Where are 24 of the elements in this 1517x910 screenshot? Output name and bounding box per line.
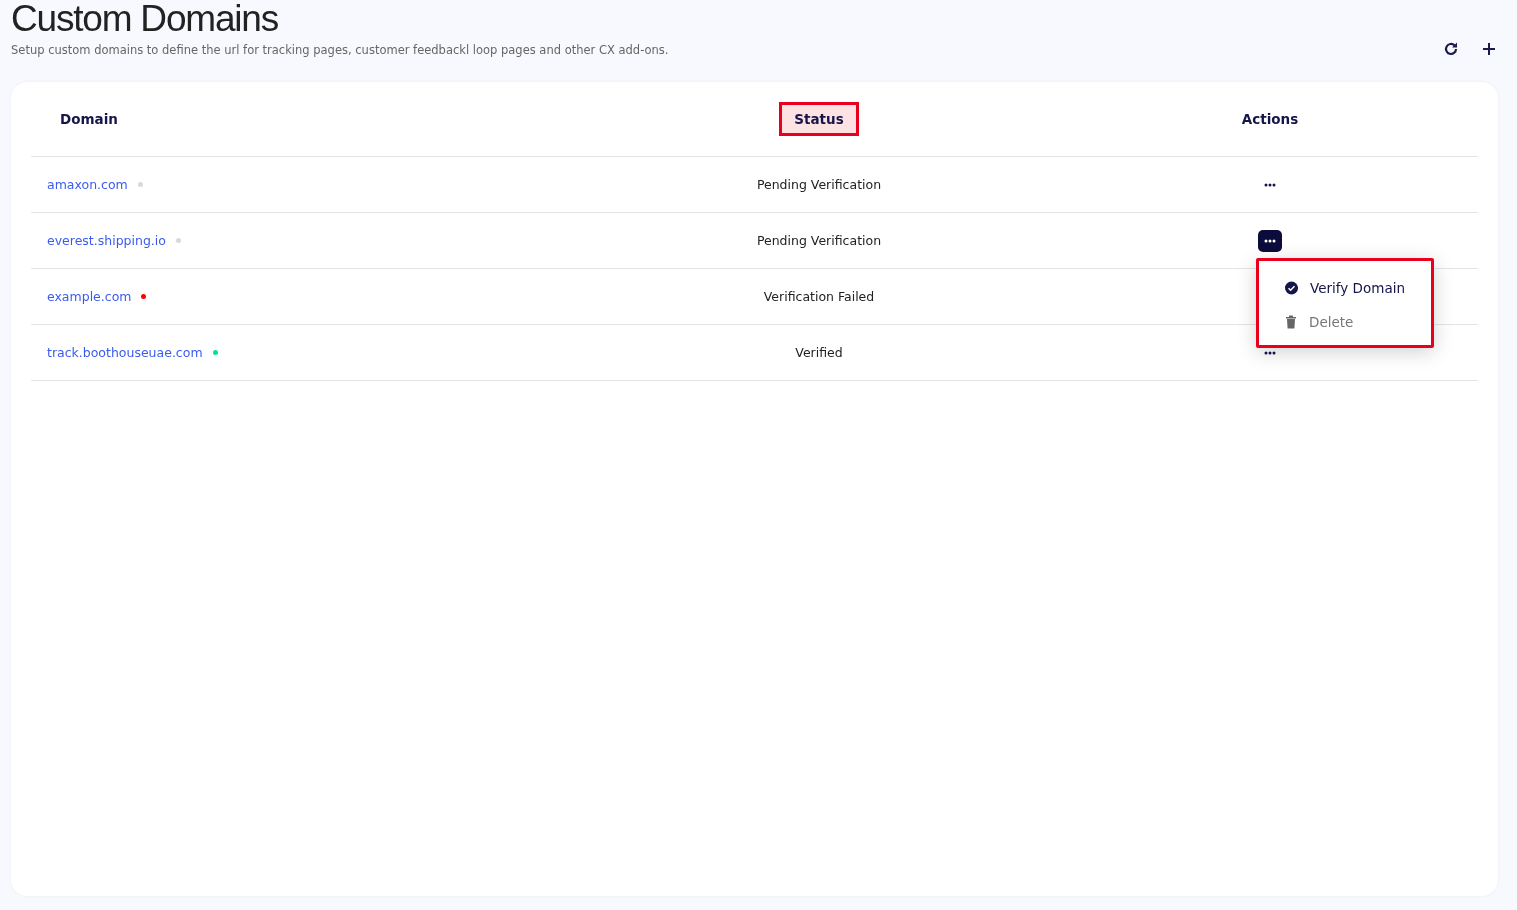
- more-icon: [1264, 238, 1276, 243]
- refresh-button[interactable]: [1442, 40, 1460, 58]
- status-text: Pending Verification: [756, 233, 882, 248]
- domain-link[interactable]: everest.shipping.io: [47, 233, 166, 248]
- more-button[interactable]: [1258, 229, 1282, 252]
- page-title: Custom Domains: [11, 0, 279, 38]
- menu-item[interactable]: Verify Domain: [1259, 270, 1431, 305]
- domain-link[interactable]: amaxon.com: [47, 177, 128, 192]
- trash-icon: [1285, 314, 1297, 329]
- page-subtitle: Setup custom domains to define the url for tracking pages, customer feedbackl loop pages and other CX add-ons.: [11, 42, 669, 58]
- plus-icon: [1482, 42, 1496, 56]
- domain-link[interactable]: track.boothouseuae.com: [47, 345, 203, 360]
- more-icon: [1264, 350, 1276, 355]
- column-header: Status: [779, 102, 859, 136]
- more-icon: [1264, 182, 1276, 187]
- column-header: Domain: [59, 110, 119, 129]
- status-text: Verification Failed: [763, 289, 875, 304]
- status-text: Pending Verification: [756, 177, 882, 192]
- status-text: Verified: [795, 345, 843, 360]
- column-header: Actions: [1240, 110, 1300, 129]
- domain-link[interactable]: example.com: [47, 289, 132, 304]
- refresh-icon: [1443, 41, 1459, 57]
- add-button[interactable]: [1480, 40, 1498, 58]
- check-circle-icon: [1285, 280, 1298, 295]
